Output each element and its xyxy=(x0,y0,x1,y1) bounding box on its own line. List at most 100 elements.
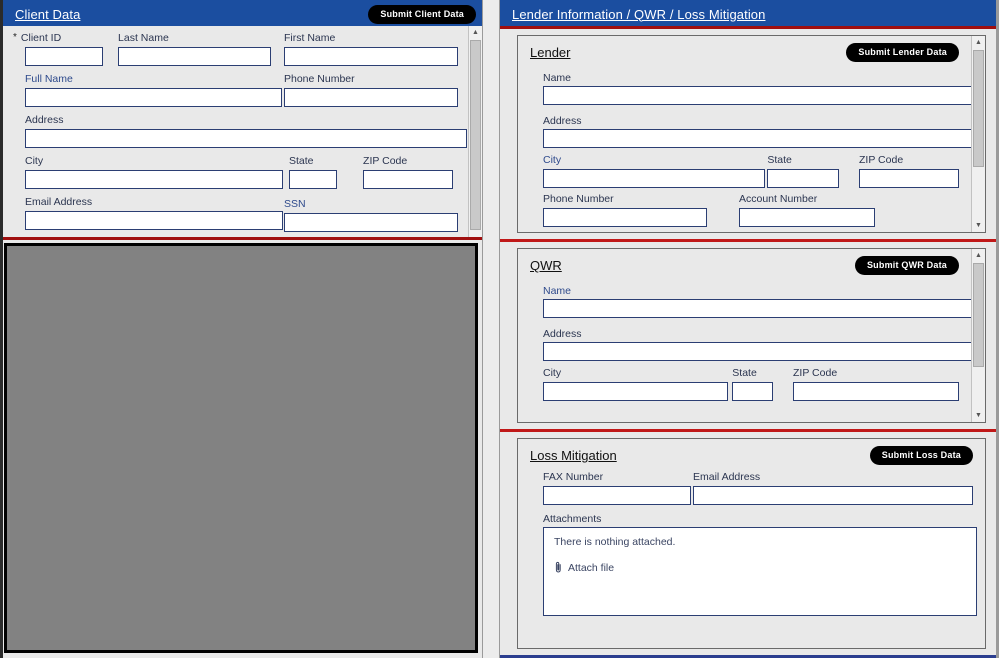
lender-scroll-down-arrow-icon[interactable]: ▼ xyxy=(972,219,985,232)
lender-card-scrollbar[interactable]: ▲ ▼ xyxy=(971,36,985,232)
zip-code-label: ZIP Code xyxy=(363,155,408,167)
last-name-input[interactable] xyxy=(118,47,272,66)
submit-qwr-data-button[interactable]: Submit QWR Data xyxy=(854,256,959,275)
lender-address-input[interactable] xyxy=(543,129,971,148)
qwr-state-input[interactable] xyxy=(732,382,774,401)
lender-info-panel: Lender Information / QWR / Loss Mitigati… xyxy=(499,0,999,658)
loss-row-fax-email: FAX Number Email Address xyxy=(530,471,973,505)
qwr-address-input[interactable] xyxy=(543,342,971,361)
submit-client-data-button[interactable]: Submit Client Data xyxy=(368,4,476,24)
field-full-name: Full Name xyxy=(13,73,284,107)
client-data-form-region: * Client ID Last Name First Name Full Na… xyxy=(3,26,482,240)
address-input[interactable] xyxy=(25,129,467,148)
qwr-section: QWR Submit QWR Data Name Address City St… xyxy=(500,242,996,432)
field-qwr-zip: ZIP Code xyxy=(793,367,959,401)
qwr-card: QWR Submit QWR Data Name Address City St… xyxy=(517,248,986,423)
lender-name-input[interactable] xyxy=(543,86,971,105)
field-zip-code: ZIP Code xyxy=(363,155,458,189)
city-input[interactable] xyxy=(25,170,283,189)
loss-mitigation-card-content: Loss Mitigation Submit Loss Data FAX Num… xyxy=(518,439,985,648)
document-viewer[interactable] xyxy=(4,243,478,653)
field-qwr-address: Address xyxy=(530,324,971,361)
form-row-fullname-phone: Full Name Phone Number xyxy=(13,73,458,107)
ssn-label: SSN xyxy=(284,198,306,210)
first-name-input[interactable] xyxy=(284,47,458,66)
field-qwr-state: State xyxy=(732,367,793,401)
email-address-label: Email Address xyxy=(25,196,93,208)
attachments-empty-text: There is nothing attached. xyxy=(554,536,676,548)
client-form-scrollbar[interactable]: ▲ xyxy=(468,26,482,237)
address-label: Address xyxy=(25,114,64,126)
lender-card-header: Lender Submit Lender Data xyxy=(530,43,959,62)
zip-code-input[interactable] xyxy=(363,170,454,189)
qwr-scroll-up-arrow-icon[interactable]: ▲ xyxy=(972,249,985,262)
ssn-input[interactable] xyxy=(284,213,458,232)
submit-lender-data-button[interactable]: Submit Lender Data xyxy=(846,43,959,62)
state-input[interactable] xyxy=(288,170,337,189)
form-row-address: Address xyxy=(13,114,467,148)
lender-scroll-up-arrow-icon[interactable]: ▲ xyxy=(972,36,985,49)
form-row-identity: * Client ID Last Name First Name xyxy=(13,32,458,66)
field-phone-number: Phone Number xyxy=(284,73,458,107)
lender-scrollbar-thumb[interactable] xyxy=(973,50,984,167)
qwr-row-city-state-zip: City State ZIP Code xyxy=(530,367,959,401)
lender-name-label: Name xyxy=(543,72,572,84)
lender-city-input[interactable] xyxy=(543,169,765,188)
loss-email-address-label: Email Address xyxy=(693,471,761,483)
fax-number-label: FAX Number xyxy=(543,471,604,483)
paperclip-icon xyxy=(554,561,563,574)
client-data-header: Client Data Submit Client Data xyxy=(3,0,482,26)
qwr-name-label: Name xyxy=(543,285,572,297)
loss-email-address-input[interactable] xyxy=(693,486,973,505)
email-address-input[interactable] xyxy=(25,211,283,230)
submit-loss-data-button[interactable]: Submit Loss Data xyxy=(869,446,973,465)
full-name-input[interactable] xyxy=(25,88,282,107)
qwr-card-content: QWR Submit QWR Data Name Address City St… xyxy=(518,249,971,422)
lender-phone-label: Phone Number xyxy=(543,193,614,205)
last-name-label: Last Name xyxy=(118,32,169,44)
page-title: Client Data xyxy=(15,6,81,22)
qwr-scroll-down-arrow-icon[interactable]: ▼ xyxy=(972,409,985,422)
qwr-name-input[interactable] xyxy=(543,299,971,318)
lender-info-header: Lender Information / QWR / Loss Mitigati… xyxy=(500,0,996,26)
field-lender-state: State xyxy=(767,154,859,188)
lender-section-title: Lender xyxy=(530,45,571,60)
lender-state-input[interactable] xyxy=(767,169,840,188)
qwr-card-scrollbar[interactable]: ▲ ▼ xyxy=(971,249,985,422)
client-id-input[interactable] xyxy=(25,47,103,66)
field-lender-phone: Phone Number xyxy=(543,193,739,227)
qwr-section-title: QWR xyxy=(530,258,562,273)
lender-card-content: Lender Submit Lender Data Name Address C… xyxy=(518,36,971,232)
field-loss-email-address: Email Address xyxy=(693,471,973,505)
scroll-up-arrow-icon[interactable]: ▲ xyxy=(469,26,482,39)
field-lender-name: Name xyxy=(530,68,971,105)
qwr-scrollbar-thumb[interactable] xyxy=(973,263,984,367)
phone-number-input[interactable] xyxy=(284,88,458,107)
field-qwr-name: Name xyxy=(530,281,971,318)
required-marker: * xyxy=(13,32,17,43)
attachments-box[interactable]: There is nothing attached. Attach file xyxy=(543,527,977,616)
client-data-panel: Client Data Submit Client Data * Client … xyxy=(0,0,483,658)
lender-zip-input[interactable] xyxy=(859,169,959,188)
field-state: State xyxy=(288,155,363,189)
lender-phone-input[interactable] xyxy=(543,208,707,227)
state-label: State xyxy=(288,155,314,167)
qwr-city-input[interactable] xyxy=(543,382,728,401)
lender-zip-label: ZIP Code xyxy=(859,154,904,166)
qwr-zip-label: ZIP Code xyxy=(793,367,838,379)
field-fax-number: FAX Number xyxy=(543,471,693,505)
lender-account-input[interactable] xyxy=(739,208,875,227)
form-row-city-state-zip: City State ZIP Code xyxy=(13,155,458,189)
field-city: City xyxy=(13,155,289,189)
scrollbar-thumb[interactable] xyxy=(470,40,481,230)
phone-number-label: Phone Number xyxy=(284,73,355,85)
lender-account-label: Account Number xyxy=(739,193,818,205)
form-row-email-ssn: Email Address SSN xyxy=(13,196,458,232)
lender-city-label: City xyxy=(543,154,562,166)
attach-file-link[interactable]: Attach file xyxy=(554,561,966,574)
qwr-zip-input[interactable] xyxy=(793,382,959,401)
fax-number-input[interactable] xyxy=(543,486,691,505)
full-name-label: Full Name xyxy=(25,73,73,85)
field-lender-account: Account Number xyxy=(739,193,935,227)
qwr-card-header: QWR Submit QWR Data xyxy=(530,256,959,275)
